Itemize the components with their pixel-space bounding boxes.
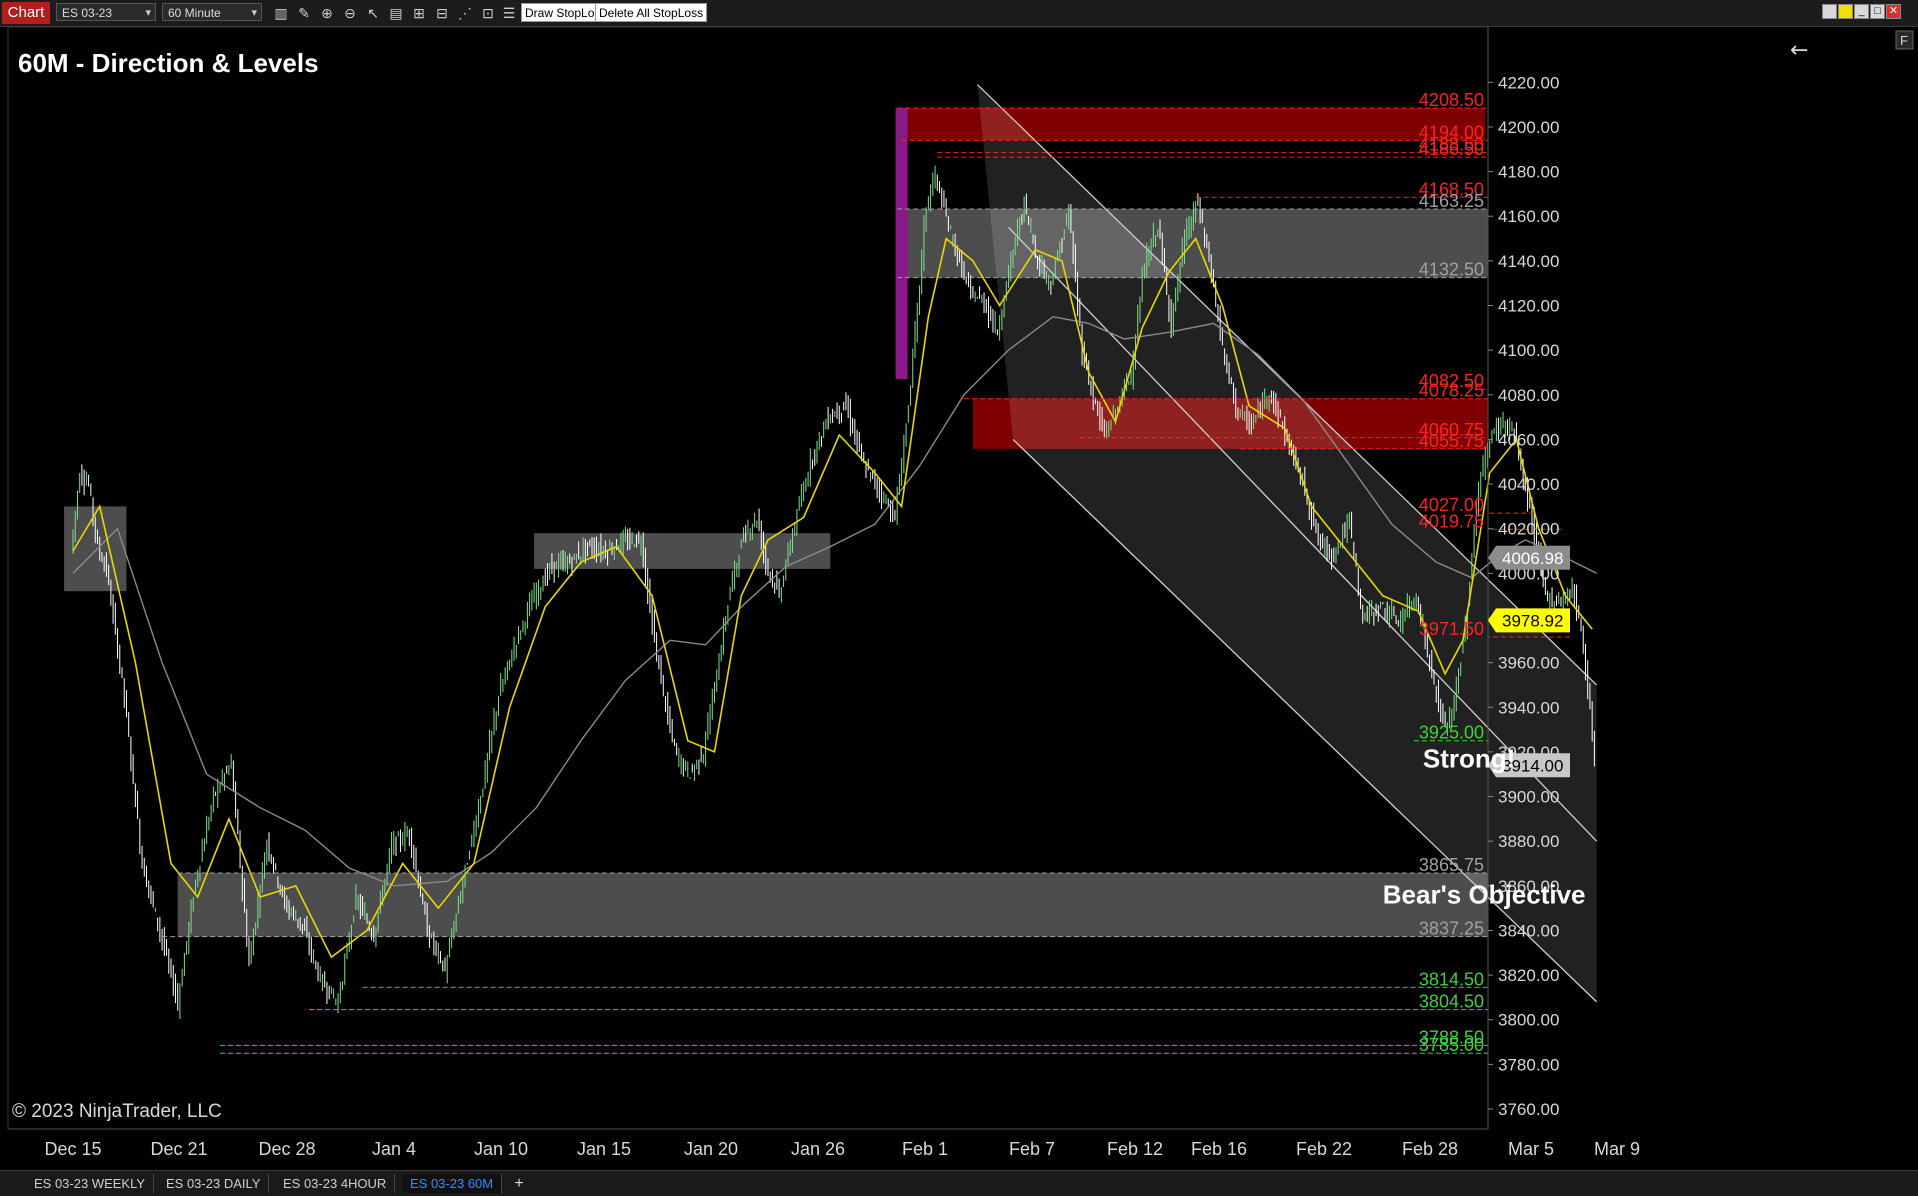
level-label: 4132.50 [1419,260,1484,280]
y-tick-label: 4220.00 [1498,73,1559,92]
y-tick-label: 4200.00 [1498,118,1559,137]
interval-select[interactable]: 60 Minute ▾ [162,3,262,21]
level-label: 4055.75 [1419,431,1484,451]
price-tag-label: 3978.92 [1502,611,1563,630]
x-tick-label: Feb 28 [1402,1139,1458,1159]
level-label: 3804.50 [1419,992,1484,1012]
properties-icon[interactable]: ⊞ [410,4,428,22]
x-tick-label: Dec 15 [44,1139,101,1159]
x-tick-label: Jan 26 [791,1139,845,1159]
y-tick-label: 3820.00 [1498,966,1559,985]
zoom-in-icon[interactable]: ⊕ [318,4,336,22]
chart-tab-bar: ES 03-23 WEEKLY ES 03-23 DAILY ES 03-23 … [0,1170,1918,1196]
x-tick-label: Feb 7 [1009,1139,1055,1159]
chart-tab-label[interactable]: Chart [2,2,50,24]
gray-zone [177,872,1488,937]
y-tick-label: 4140.00 [1498,252,1559,271]
level-label: 3785.00 [1419,1035,1484,1055]
f-label: F [1900,33,1908,48]
y-tick-label: 3940.00 [1498,698,1559,717]
y-tick-label: 4180.00 [1498,163,1559,182]
maximize-icon[interactable]: □ [1870,4,1885,19]
y-tick-label: 4020.00 [1498,520,1559,539]
y-tick-label: 3840.00 [1498,921,1559,940]
y-tick-label: 3760.00 [1498,1100,1559,1119]
y-tick-label: 4080.00 [1498,386,1559,405]
annotation-label: Strong! [1423,744,1515,774]
tab-weekly[interactable]: ES 03-23 WEEKLY [26,1174,155,1193]
window-link-icon[interactable] [1838,4,1853,19]
x-tick-label: Mar 5 [1508,1139,1554,1159]
pencil-icon[interactable]: ✎ [295,4,313,22]
x-tick-label: Dec 28 [258,1139,315,1159]
chart-toolbar: Chart ES 03-23 ▾ 60 Minute ▾ ▥ ✎ ⊕ ⊖ ↖ ▤… [0,0,1918,27]
annotation-label: Bear's Objective [1383,880,1586,910]
level-label: 3837.25 [1419,919,1484,939]
level-label: 4019.75 [1419,511,1484,531]
x-tick-label: Dec 21 [150,1139,207,1159]
back-arrow-icon: ← [1790,38,1808,63]
level-label: 3865.75 [1419,855,1484,875]
y-tick-label: 4160.00 [1498,207,1559,226]
level-label: 3925.00 [1419,723,1484,743]
x-tick-label: Feb 1 [902,1139,948,1159]
level-label: 3814.50 [1419,969,1484,989]
templates-icon[interactable]: ⊡ [479,4,497,22]
tab-60m[interactable]: ES 03-23 60M [402,1174,503,1193]
x-tick-label: Feb 16 [1191,1139,1247,1159]
price-tag-label: 4006.98 [1502,549,1563,568]
x-tick-label: Jan 10 [474,1139,528,1159]
x-tick-label: Feb 22 [1296,1139,1352,1159]
x-tick-label: Jan 20 [684,1139,738,1159]
x-tick-label: Feb 12 [1107,1139,1163,1159]
indicators-icon[interactable]: ⋰ [456,4,474,22]
instrument-value: ES 03-23 [62,6,113,20]
y-tick-label: 3800.00 [1498,1011,1559,1030]
x-tick-label: Jan 15 [577,1139,631,1159]
strategies-icon[interactable]: ⊟ [433,4,451,22]
x-tick-label: Jan 4 [372,1139,416,1159]
level-label: 4078.25 [1419,381,1484,401]
add-tab-button[interactable]: + [509,1174,529,1193]
y-tick-label: 4120.00 [1498,297,1559,316]
tab-4hour[interactable]: ES 03-23 4HOUR [275,1174,396,1193]
level-label: 4208.50 [1419,90,1484,110]
zoom-out-icon[interactable]: ⊖ [341,4,359,22]
minimize-icon[interactable]: _ [1854,4,1869,19]
purple-volume-bar [895,107,908,380]
close-icon[interactable]: ✕ [1886,4,1901,19]
chevron-down-icon: ▾ [251,7,257,19]
chart-title: 60M - Direction & Levels [18,48,319,78]
data-box-icon[interactable]: ▤ [387,4,405,22]
y-tick-label: 3780.00 [1498,1055,1559,1074]
copyright-text: © 2023 NinjaTrader, LLC [12,1101,222,1122]
interval-value: 60 Minute [168,6,221,20]
delete-all-stoploss-button[interactable]: Delete All StopLoss [595,3,708,22]
y-tick-label: 4060.00 [1498,430,1559,449]
chevron-down-icon: ▾ [145,7,151,19]
x-tick-label: Mar 9 [1594,1139,1640,1159]
price-chart[interactable]: 4208.504194.004188.504186.504168.504163.… [0,27,1918,1170]
bar-type-icon[interactable]: ▥ [272,4,290,22]
level-label: 4186.50 [1419,139,1484,159]
y-tick-label: 4040.00 [1498,475,1559,494]
y-tick-label: 3960.00 [1498,654,1559,673]
level-label: 4163.25 [1419,191,1484,211]
y-tick-label: 3880.00 [1498,832,1559,851]
tab-daily[interactable]: ES 03-23 DAILY [158,1174,270,1193]
pointer-icon[interactable]: ↖ [364,4,382,22]
instrument-select[interactable]: ES 03-23 ▾ [56,3,156,21]
list-icon[interactable]: ☰ [500,4,518,22]
y-tick-label: 3900.00 [1498,788,1559,807]
y-tick-label: 4100.00 [1498,341,1559,360]
window-tile-icon[interactable] [1822,4,1837,19]
level-label: 3971.50 [1419,619,1484,639]
